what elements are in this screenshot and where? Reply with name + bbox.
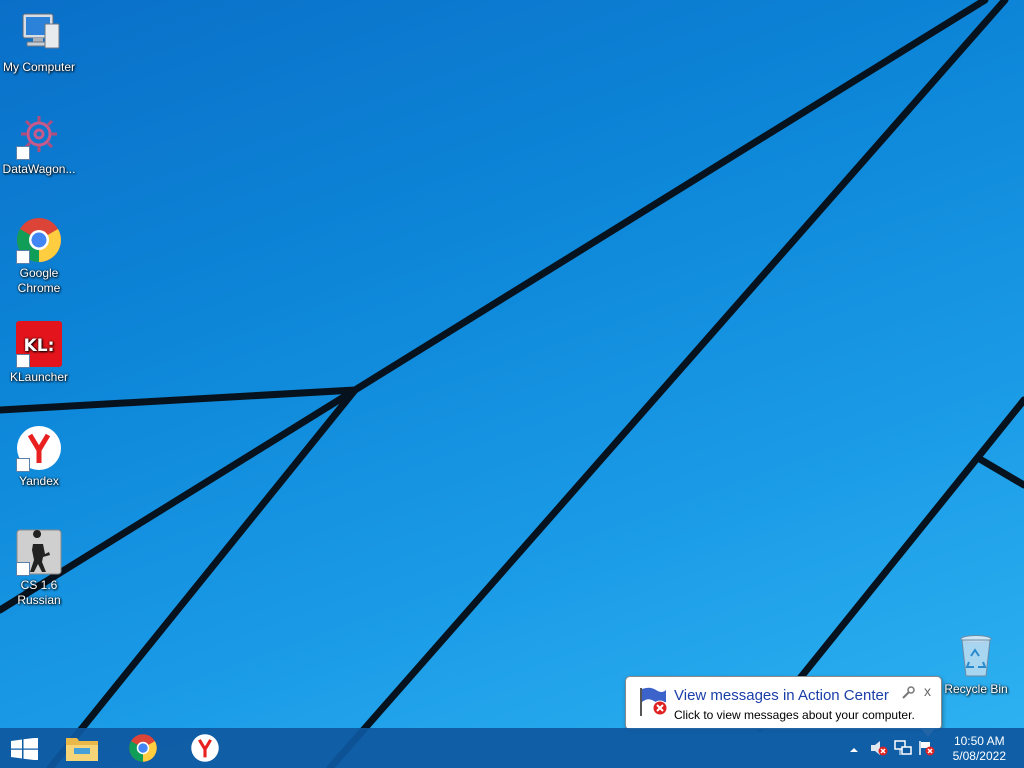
taskbar-yandex-button[interactable] bbox=[180, 728, 232, 768]
desktop-icon-label: DataWagon... bbox=[2, 162, 76, 176]
wrench-options-icon[interactable] bbox=[901, 686, 915, 700]
speaker-muted-icon[interactable] bbox=[870, 740, 888, 761]
desktop-icon-yandex[interactable]: Yandex bbox=[0, 424, 78, 489]
desktop-icon-label: KLauncher bbox=[9, 370, 69, 384]
svg-text:KL:: KL: bbox=[24, 336, 55, 356]
file-explorer-button[interactable] bbox=[56, 728, 108, 768]
desktop-icon-recycle-bin[interactable]: Recycle Bin bbox=[937, 632, 1015, 697]
action-center-flag-icon[interactable] bbox=[918, 740, 936, 761]
clock-time: 10:50 AM bbox=[953, 734, 1005, 748]
gear-icon bbox=[15, 112, 63, 160]
counter-strike-icon bbox=[15, 528, 63, 576]
balloon-title: View messages in Action Center bbox=[674, 687, 889, 704]
desktop-icon-my-computer[interactable]: My Computer bbox=[0, 10, 78, 75]
yandex-icon bbox=[190, 733, 220, 768]
wallpaper bbox=[0, 0, 1024, 768]
network-icon[interactable] bbox=[894, 740, 912, 761]
desktop-icon-label: CS 1.6 Russian bbox=[17, 578, 61, 607]
desktop-icon-datawagon[interactable]: DataWagon... bbox=[0, 112, 78, 177]
clock-date: 5/08/2022 bbox=[952, 749, 1006, 763]
yandex-icon bbox=[15, 424, 63, 472]
chrome-icon bbox=[128, 733, 158, 768]
desktop-icon-label: Recycle Bin bbox=[944, 682, 1008, 696]
chrome-icon bbox=[15, 216, 63, 264]
show-hidden-icons-arrow[interactable] bbox=[849, 742, 859, 760]
action-center-flag-icon bbox=[638, 686, 670, 723]
desktop-icon-google-chrome[interactable]: Google Chrome bbox=[0, 216, 78, 296]
desktop-icon-label: Google Chrome bbox=[17, 266, 61, 295]
shortcut-arrow-icon bbox=[16, 458, 30, 472]
tray-clock[interactable]: 10:50 AM 5/08/2022 bbox=[953, 734, 1006, 764]
shortcut-arrow-icon bbox=[16, 146, 30, 160]
windows-logo-icon bbox=[11, 737, 39, 765]
shortcut-arrow-icon bbox=[16, 250, 30, 264]
shortcut-arrow-icon bbox=[16, 562, 30, 576]
recycle-bin-icon bbox=[952, 632, 1000, 680]
balloon-text: Click to view messages about your comput… bbox=[674, 708, 915, 722]
action-center-balloon[interactable]: View messages in Action Center Click to … bbox=[625, 676, 942, 730]
taskbar: 10:50 AM 5/08/2022 bbox=[0, 728, 1024, 768]
desktop-icon-klauncher[interactable]: KL: KLauncher bbox=[0, 320, 78, 385]
klauncher-icon: KL: bbox=[15, 320, 63, 368]
folder-icon bbox=[65, 734, 99, 767]
desktop-icon-label: Yandex bbox=[19, 474, 59, 488]
computer-icon bbox=[15, 10, 63, 58]
balloon-close-button[interactable]: x bbox=[924, 683, 931, 699]
desktop-icon-cs16-russian[interactable]: CS 1.6 Russian bbox=[0, 528, 78, 608]
taskbar-chrome-button[interactable] bbox=[118, 728, 170, 768]
shortcut-arrow-icon bbox=[16, 354, 30, 368]
desktop-icon-label: My Computer bbox=[2, 60, 76, 74]
start-button[interactable] bbox=[0, 728, 52, 768]
